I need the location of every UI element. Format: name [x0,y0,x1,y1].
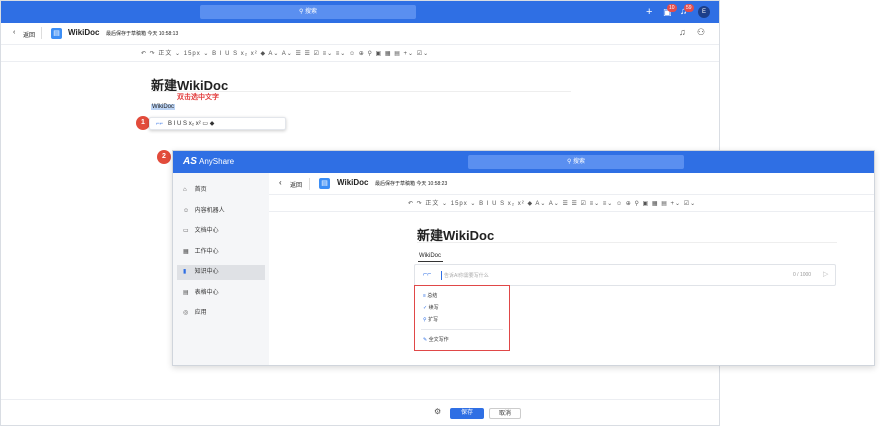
task-badge: 10 [667,4,677,12]
sidebar-label: 首页 [194,187,207,193]
knowledge-icon: ▮ [183,269,187,275]
sidebar-item-tables[interactable]: ▤ 表格中心 [177,286,265,301]
wiki-doc-icon: ▤ [319,178,330,189]
menu-item-continue[interactable]: ✓ 续写 [423,304,439,311]
menu-item-expand[interactable]: ⚲ 扩写 [423,316,438,323]
apps-icon: ◎ [183,310,189,316]
text-cursor [441,271,442,280]
sidebar-item-apps[interactable]: ◎ 应用 [177,306,265,321]
toolbar-divider [269,211,874,212]
selected-text[interactable]: WikiDoc [151,104,175,110]
cancel-button[interactable]: 取消 [489,408,521,419]
gear-icon[interactable]: ⚙ [434,407,441,416]
table-icon: ▤ [183,290,189,296]
user-icon[interactable]: ⚇ [697,27,705,38]
step-marker-1: 1 [136,116,150,130]
brand-logo: AS [183,156,197,167]
sidebar-label: 知识中心 [194,269,219,275]
ai-prompt-box[interactable]: ⌐⌐ 告诉AI你需要写什么 0 / 1000 ▷ [414,264,836,286]
wiki-doc-icon: ▤ [51,28,62,39]
ai-icon: ⌐⌐ [423,271,432,278]
sidebar-item-knowledge[interactable]: ▮ 知识中心 [177,265,265,280]
menu-label: 续写 [428,305,439,311]
menu-label: 全文写作 [428,337,449,343]
menu-label: 扩写 [428,317,439,323]
robot-icon: ☺ [183,208,190,214]
footer-bar: ⚙ 保存 取消 [1,399,719,425]
search-input[interactable]: ⚲ 搜索 [468,155,684,169]
continue-icon: ✓ [423,305,428,311]
back-link[interactable]: 返回 [23,30,35,39]
divider [309,178,310,190]
back-link[interactable]: 返回 [290,180,302,189]
sidebar-label: 内容机器人 [194,208,225,214]
floating-toolbar[interactable]: ⌐⌐ B I U S x₂ x² ▭ ◆ [149,117,286,130]
back-chevron-icon[interactable]: ‹ [279,178,282,187]
pen-icon: ✎ [423,337,428,343]
sidebar-label: 应用 [194,310,207,316]
doc-header: ‹ 返回 ▤ WikiDoc 最后保存于草稿箱 今天 10:58:23 [269,173,874,195]
menu-divider [421,329,503,330]
summary-icon: ≡ [423,293,426,299]
format-toolbar[interactable]: ↶ ↷ 正文 ⌄ 15px ⌄ B I U S x₂ x² ◆ A⌄ A⌄ ☰ … [408,198,696,207]
sidebar-label: 表格中心 [194,290,219,296]
save-status: 最后保存于草稿箱 今天 10:58:23 [375,181,448,187]
search-input[interactable]: ⚲ 搜索 [200,5,416,19]
title-divider [417,242,837,243]
grid-icon: ▦ [183,249,189,255]
save-button[interactable]: 保存 [450,408,484,419]
sidebar-item-work[interactable]: ▦ 工作中心 [177,245,265,260]
selected-text[interactable]: WikiDoc [418,253,442,259]
back-chevron-icon[interactable]: ‹ [13,29,15,36]
sidebar-item-content-bot[interactable]: ☺ 内容机器人 [177,204,265,219]
divider [41,27,42,39]
folder-icon: ▭ [183,228,189,234]
step-marker-2: 2 [157,150,171,164]
text-underline [418,261,443,262]
save-status: 最后保存于草稿箱 今天 10:58:13 [106,31,179,37]
toolbar-divider [1,61,719,62]
sidebar-label: 文档中心 [194,228,219,234]
bell-outline-icon[interactable]: ♫ [679,27,686,37]
expand-icon: ⚲ [423,317,427,323]
menu-item-full-write[interactable]: ✎ 全文写作 [423,336,449,343]
add-icon[interactable]: + [646,1,652,23]
instruction-text: 双击选中文字 [177,94,219,101]
doc-header: ‹ 返回 ▤ WikiDoc 最后保存于草稿箱 今天 10:58:13 ♫ ⚇ [1,23,719,45]
doc-title: WikiDoc [68,28,100,37]
send-icon[interactable]: ▷ [823,270,828,278]
brand-name: AnyShare [199,157,235,166]
search-placeholder: 搜索 [305,9,318,15]
ai-prompt-placeholder[interactable]: 告诉AI你需要写什么 [444,272,489,279]
doc-title: WikiDoc [337,178,369,187]
sidebar: ⌂ 首页 ☺ 内容机器人 ▭ 文档中心 ▦ 工作中心 ▮ 知识中心 ▤ 表格中心… [173,173,269,365]
avatar[interactable]: E [698,6,710,18]
front-window: AS AnyShare ⚲ 搜索 ⌂ 首页 ☺ 内容机器人 ▭ 文档中心 ▦ 工… [172,150,875,366]
search-placeholder: 搜索 [573,159,586,165]
ai-action-menu: ≡ 总结 ✓ 续写 ⚲ 扩写 ✎ 全文写作 [414,285,510,351]
mini-toolbar-actions[interactable]: B I U S x₂ x² ▭ ◆ [168,121,214,127]
ai-icon[interactable]: ⌐⌐ [156,121,163,127]
sidebar-item-docs[interactable]: ▭ 文档中心 [177,224,265,239]
sidebar-item-home[interactable]: ⌂ 首页 [177,183,265,198]
menu-label: 总结 [427,293,438,299]
menu-item-summary[interactable]: ≡ 总结 [423,292,437,299]
format-toolbar[interactable]: ↶ ↷ 正文 ⌄ 15px ⌄ B I U S x₂ x² ◆ A⌄ A⌄ ☰ … [141,48,429,57]
sidebar-label: 工作中心 [194,249,219,255]
home-icon: ⌂ [183,187,187,193]
char-counter: 0 / 1000 [793,272,812,278]
notification-badge: 59 [684,4,694,12]
